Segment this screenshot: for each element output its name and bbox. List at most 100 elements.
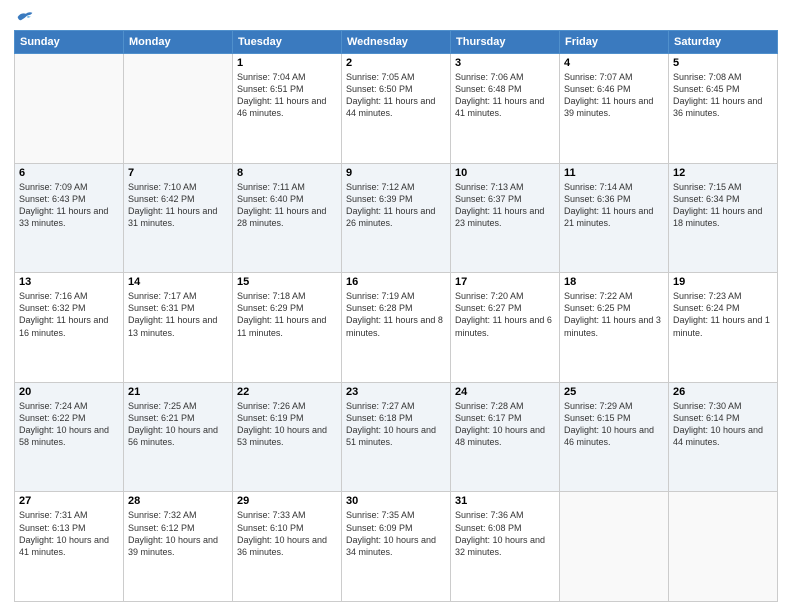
calendar-week-row: 1 Sunrise: 7:04 AMSunset: 6:51 PMDaylight… <box>15 54 778 164</box>
day-of-week-header: Wednesday <box>342 31 451 54</box>
day-number: 27 <box>19 495 119 507</box>
day-number: 18 <box>564 276 664 288</box>
logo-bird-icon <box>16 10 34 24</box>
day-detail: Sunrise: 7:28 AMSunset: 6:17 PMDaylight:… <box>455 400 555 449</box>
calendar-cell: 9Sunrise: 7:12 AMSunset: 6:39 PMDaylight… <box>342 163 451 273</box>
calendar-week-row: 27 Sunrise: 7:31 AMSunset: 6:13 PMDayligh… <box>15 492 778 602</box>
day-detail: Sunrise: 7:27 AMSunset: 6:18 PMDaylight:… <box>346 400 446 449</box>
day-of-week-header: Saturday <box>669 31 778 54</box>
calendar-cell: 6 Sunrise: 7:09 AMSunset: 6:43 PMDaylight… <box>15 163 124 273</box>
calendar-cell: 27 Sunrise: 7:31 AMSunset: 6:13 PMDayligh… <box>15 492 124 602</box>
day-number: 15 <box>237 276 337 288</box>
calendar-cell: 16 Sunrise: 7:19 AMSunset: 6:28 PMDayligh… <box>342 273 451 383</box>
day-of-week-header: Thursday <box>451 31 560 54</box>
calendar-cell: 19 Sunrise: 7:23 AMSunset: 6:24 PMDayligh… <box>669 273 778 383</box>
day-detail: Sunrise: 7:20 AMSunset: 6:27 PMDaylight:… <box>455 290 555 339</box>
day-number: 20 <box>19 386 119 398</box>
day-number: 11 <box>564 167 664 179</box>
calendar-header-row: SundayMondayTuesdayWednesdayThursdayFrid… <box>15 31 778 54</box>
day-number: 1 <box>237 57 337 69</box>
day-detail: Sunrise: 7:22 AMSunset: 6:25 PMDaylight:… <box>564 290 664 339</box>
day-detail: Sunrise: 7:31 AMSunset: 6:13 PMDaylight:… <box>19 509 119 558</box>
day-number: 28 <box>128 495 228 507</box>
calendar-cell: 13 Sunrise: 7:16 AMSunset: 6:32 PMDayligh… <box>15 273 124 383</box>
day-number: 14 <box>128 276 228 288</box>
calendar-cell: 23 Sunrise: 7:27 AMSunset: 6:18 PMDayligh… <box>342 382 451 492</box>
day-detail: Sunrise: 7:25 AMSunset: 6:21 PMDaylight:… <box>128 400 228 449</box>
calendar-cell <box>560 492 669 602</box>
day-detail: Sunrise: 7:11 AMSunset: 6:40 PMDaylight:… <box>237 181 337 230</box>
day-number: 8 <box>237 167 337 179</box>
calendar-cell: 21Sunrise: 7:25 AMSunset: 6:21 PMDayligh… <box>124 382 233 492</box>
day-detail: Sunrise: 7:15 AMSunset: 6:34 PMDaylight:… <box>673 181 773 230</box>
calendar-cell: 7 Sunrise: 7:10 AMSunset: 6:42 PMDaylight… <box>124 163 233 273</box>
calendar-cell: 25 Sunrise: 7:29 AMSunset: 6:15 PMDayligh… <box>560 382 669 492</box>
day-detail: Sunrise: 7:29 AMSunset: 6:15 PMDaylight:… <box>564 400 664 449</box>
day-detail: Sunrise: 7:30 AMSunset: 6:14 PMDaylight:… <box>673 400 773 449</box>
calendar-table: SundayMondayTuesdayWednesdayThursdayFrid… <box>14 30 778 602</box>
calendar-cell <box>15 54 124 164</box>
day-number: 9 <box>346 167 446 179</box>
calendar-cell: 18 Sunrise: 7:22 AMSunset: 6:25 PMDayligh… <box>560 273 669 383</box>
calendar-cell: 26 Sunrise: 7:30 AMSunset: 6:14 PMDayligh… <box>669 382 778 492</box>
calendar-cell: 5 Sunrise: 7:08 AMSunset: 6:45 PMDaylight… <box>669 54 778 164</box>
calendar-cell: 14Sunrise: 7:17 AMSunset: 6:31 PMDayligh… <box>124 273 233 383</box>
day-detail: Sunrise: 7:23 AMSunset: 6:24 PMDaylight:… <box>673 290 773 339</box>
calendar-cell: 31Sunrise: 7:36 AMSunset: 6:08 PMDayligh… <box>451 492 560 602</box>
calendar-cell: 12 Sunrise: 7:15 AMSunset: 6:34 PMDayligh… <box>669 163 778 273</box>
day-number: 24 <box>455 386 555 398</box>
day-detail: Sunrise: 7:04 AMSunset: 6:51 PMDaylight:… <box>237 71 337 120</box>
day-detail: Sunrise: 7:35 AMSunset: 6:09 PMDaylight:… <box>346 509 446 558</box>
day-number: 6 <box>19 167 119 179</box>
day-detail: Sunrise: 7:16 AMSunset: 6:32 PMDaylight:… <box>19 290 119 339</box>
day-number: 19 <box>673 276 773 288</box>
day-number: 22 <box>237 386 337 398</box>
calendar-cell: 8 Sunrise: 7:11 AMSunset: 6:40 PMDaylight… <box>233 163 342 273</box>
day-detail: Sunrise: 7:14 AMSunset: 6:36 PMDaylight:… <box>564 181 664 230</box>
day-number: 17 <box>455 276 555 288</box>
day-detail: Sunrise: 7:18 AMSunset: 6:29 PMDaylight:… <box>237 290 337 339</box>
calendar-cell: 3 Sunrise: 7:06 AMSunset: 6:48 PMDaylight… <box>451 54 560 164</box>
calendar-cell: 2Sunrise: 7:05 AMSunset: 6:50 PMDaylight… <box>342 54 451 164</box>
calendar-cell: 24 Sunrise: 7:28 AMSunset: 6:17 PMDayligh… <box>451 382 560 492</box>
day-number: 30 <box>346 495 446 507</box>
day-number: 7 <box>128 167 228 179</box>
day-detail: Sunrise: 7:05 AMSunset: 6:50 PMDaylight:… <box>346 71 446 120</box>
day-number: 16 <box>346 276 446 288</box>
day-number: 26 <box>673 386 773 398</box>
calendar-cell: 20 Sunrise: 7:24 AMSunset: 6:22 PMDayligh… <box>15 382 124 492</box>
calendar-cell: 30 Sunrise: 7:35 AMSunset: 6:09 PMDayligh… <box>342 492 451 602</box>
day-detail: Sunrise: 7:24 AMSunset: 6:22 PMDaylight:… <box>19 400 119 449</box>
day-of-week-header: Sunday <box>15 31 124 54</box>
calendar-week-row: 20 Sunrise: 7:24 AMSunset: 6:22 PMDayligh… <box>15 382 778 492</box>
calendar-cell: 10Sunrise: 7:13 AMSunset: 6:37 PMDayligh… <box>451 163 560 273</box>
day-number: 4 <box>564 57 664 69</box>
day-number: 23 <box>346 386 446 398</box>
calendar-cell: 4 Sunrise: 7:07 AMSunset: 6:46 PMDaylight… <box>560 54 669 164</box>
day-detail: Sunrise: 7:09 AMSunset: 6:43 PMDaylight:… <box>19 181 119 230</box>
day-number: 25 <box>564 386 664 398</box>
calendar-week-row: 13 Sunrise: 7:16 AMSunset: 6:32 PMDayligh… <box>15 273 778 383</box>
day-detail: Sunrise: 7:33 AMSunset: 6:10 PMDaylight:… <box>237 509 337 558</box>
day-number: 13 <box>19 276 119 288</box>
calendar-cell: 15 Sunrise: 7:18 AMSunset: 6:29 PMDayligh… <box>233 273 342 383</box>
day-detail: Sunrise: 7:06 AMSunset: 6:48 PMDaylight:… <box>455 71 555 120</box>
day-number: 5 <box>673 57 773 69</box>
calendar-cell: 29Sunrise: 7:33 AMSunset: 6:10 PMDayligh… <box>233 492 342 602</box>
day-of-week-header: Friday <box>560 31 669 54</box>
calendar-cell: 1 Sunrise: 7:04 AMSunset: 6:51 PMDaylight… <box>233 54 342 164</box>
day-of-week-header: Tuesday <box>233 31 342 54</box>
day-detail: Sunrise: 7:19 AMSunset: 6:28 PMDaylight:… <box>346 290 446 339</box>
calendar-cell: 11 Sunrise: 7:14 AMSunset: 6:36 PMDayligh… <box>560 163 669 273</box>
calendar-cell <box>669 492 778 602</box>
calendar-cell <box>124 54 233 164</box>
day-number: 3 <box>455 57 555 69</box>
day-detail: Sunrise: 7:13 AMSunset: 6:37 PMDaylight:… <box>455 181 555 230</box>
header <box>14 10 778 24</box>
day-number: 12 <box>673 167 773 179</box>
logo <box>14 10 34 24</box>
day-detail: Sunrise: 7:08 AMSunset: 6:45 PMDaylight:… <box>673 71 773 120</box>
day-detail: Sunrise: 7:07 AMSunset: 6:46 PMDaylight:… <box>564 71 664 120</box>
day-detail: Sunrise: 7:10 AMSunset: 6:42 PMDaylight:… <box>128 181 228 230</box>
day-detail: Sunrise: 7:32 AMSunset: 6:12 PMDaylight:… <box>128 509 228 558</box>
